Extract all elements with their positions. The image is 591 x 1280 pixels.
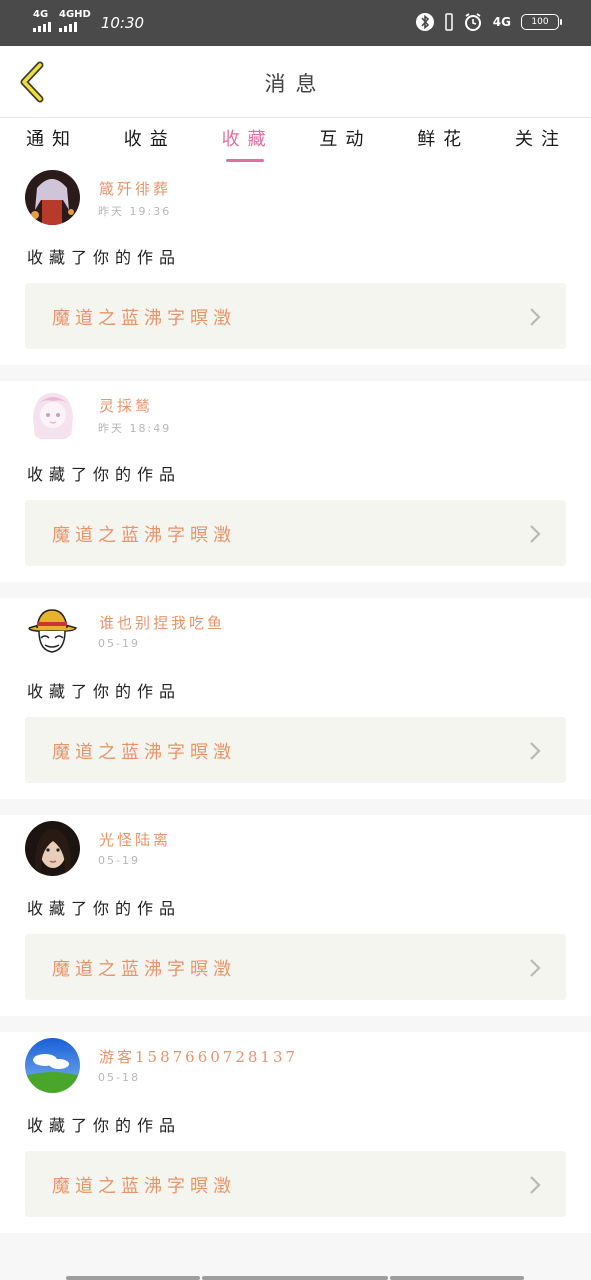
tab-label: 收藏 (221, 129, 274, 150)
notification-list: 箴歼徘葬 昨天 19:36 收藏了你的作品 魔道之蓝沸字暝澂 灵採鸶 昨天 18… (0, 164, 591, 1249)
status-bar: 4G 4GHD 10:30 4G 100 (0, 0, 591, 46)
nav-header: 消息 (0, 46, 591, 118)
work-title: 魔道之蓝沸字暝澂 (52, 742, 236, 763)
tab-flowers[interactable]: 鲜花 (417, 118, 469, 164)
timestamp: 05-18 (98, 1071, 140, 1084)
action-text: 收藏了你的作品 (27, 1116, 182, 1135)
battery-level: 100 (531, 17, 549, 27)
work-link[interactable]: 魔道之蓝沸字暝澂 (25, 934, 566, 1000)
user-name[interactable]: 光怪陆离 (99, 829, 171, 850)
work-link[interactable]: 魔道之蓝沸字暝澂 (25, 500, 566, 566)
chevron-right-icon (530, 742, 541, 760)
sim1-signal: 4G (33, 10, 51, 32)
user-name[interactable]: 游客1587660728137 (99, 1046, 298, 1067)
tab-label: 互动 (319, 129, 372, 150)
status-time: 10:30 (100, 14, 145, 32)
alarm-icon (464, 13, 481, 31)
avatar[interactable] (25, 387, 80, 442)
tab-notice[interactable]: 通知 (26, 118, 78, 164)
list-item: 谁也别捏我吃鱼 05-19 收藏了你的作品 魔道之蓝沸字暝澂 (0, 598, 591, 799)
work-title: 魔道之蓝沸字暝澂 (52, 525, 236, 546)
timestamp: 05-19 (98, 637, 140, 650)
tab-label: 收益 (123, 129, 176, 150)
tab-earnings[interactable]: 收益 (124, 118, 176, 164)
chevron-right-icon (530, 308, 541, 326)
sim1-label: 4G (33, 9, 49, 20)
tab-favorites[interactable]: 收藏 (222, 118, 274, 164)
avatar[interactable] (25, 1038, 80, 1093)
work-title: 魔道之蓝沸字暝澂 (52, 1176, 236, 1197)
timestamp: 昨天 19:36 (98, 205, 172, 218)
tab-label: 鲜花 (417, 129, 470, 150)
chevron-right-icon (530, 1176, 541, 1194)
list-item: 游客1587660728137 05-18 收藏了你的作品 魔道之蓝沸字暝澂 (0, 1032, 591, 1233)
scroll-indicator (66, 1276, 524, 1280)
user-name[interactable]: 灵採鸶 (99, 395, 153, 416)
chevron-right-icon (530, 525, 541, 543)
list-item: 箴歼徘葬 昨天 19:36 收藏了你的作品 魔道之蓝沸字暝澂 (0, 164, 591, 365)
vibrate-icon (445, 13, 453, 31)
avatar[interactable] (25, 604, 80, 659)
tab-interaction[interactable]: 互动 (319, 118, 371, 164)
signal-icon (33, 22, 51, 32)
action-text: 收藏了你的作品 (27, 248, 182, 267)
work-title: 魔道之蓝沸字暝澂 (52, 308, 236, 329)
page-title: 消息 (264, 72, 327, 96)
work-link[interactable]: 魔道之蓝沸字暝澂 (25, 1151, 566, 1217)
action-text: 收藏了你的作品 (27, 899, 182, 918)
battery-icon: 100 (521, 14, 562, 30)
bluetooth-icon (415, 13, 434, 31)
tab-label: 关注 (514, 129, 567, 150)
sim2-label: 4GHD (59, 9, 91, 20)
action-text: 收藏了你的作品 (27, 682, 182, 701)
user-name[interactable]: 谁也别捏我吃鱼 (99, 612, 225, 633)
tab-bar: 通知 收益 收藏 互动 鲜花 关注 (0, 118, 591, 164)
list-item: 光怪陆离 05-19 收藏了你的作品 魔道之蓝沸字暝澂 (0, 815, 591, 1016)
tab-label: 通知 (26, 129, 78, 150)
user-name[interactable]: 箴歼徘葬 (99, 178, 171, 199)
avatar[interactable] (25, 170, 80, 225)
signal-icon (59, 22, 77, 32)
work-link[interactable]: 魔道之蓝沸字暝澂 (25, 717, 566, 783)
work-link[interactable]: 魔道之蓝沸字暝澂 (25, 283, 566, 349)
sim2-signal: 4GHD (59, 10, 91, 32)
chevron-right-icon (530, 959, 541, 977)
tab-following[interactable]: 关注 (515, 118, 567, 164)
timestamp: 05-19 (98, 854, 140, 867)
timestamp: 昨天 18:49 (98, 422, 172, 435)
work-title: 魔道之蓝沸字暝澂 (52, 959, 236, 980)
action-text: 收藏了你的作品 (27, 465, 182, 484)
avatar[interactable] (25, 821, 80, 876)
list-item: 灵採鸶 昨天 18:49 收藏了你的作品 魔道之蓝沸字暝澂 (0, 381, 591, 582)
active-tab-indicator (225, 159, 264, 162)
network-label: 4G (492, 15, 511, 29)
